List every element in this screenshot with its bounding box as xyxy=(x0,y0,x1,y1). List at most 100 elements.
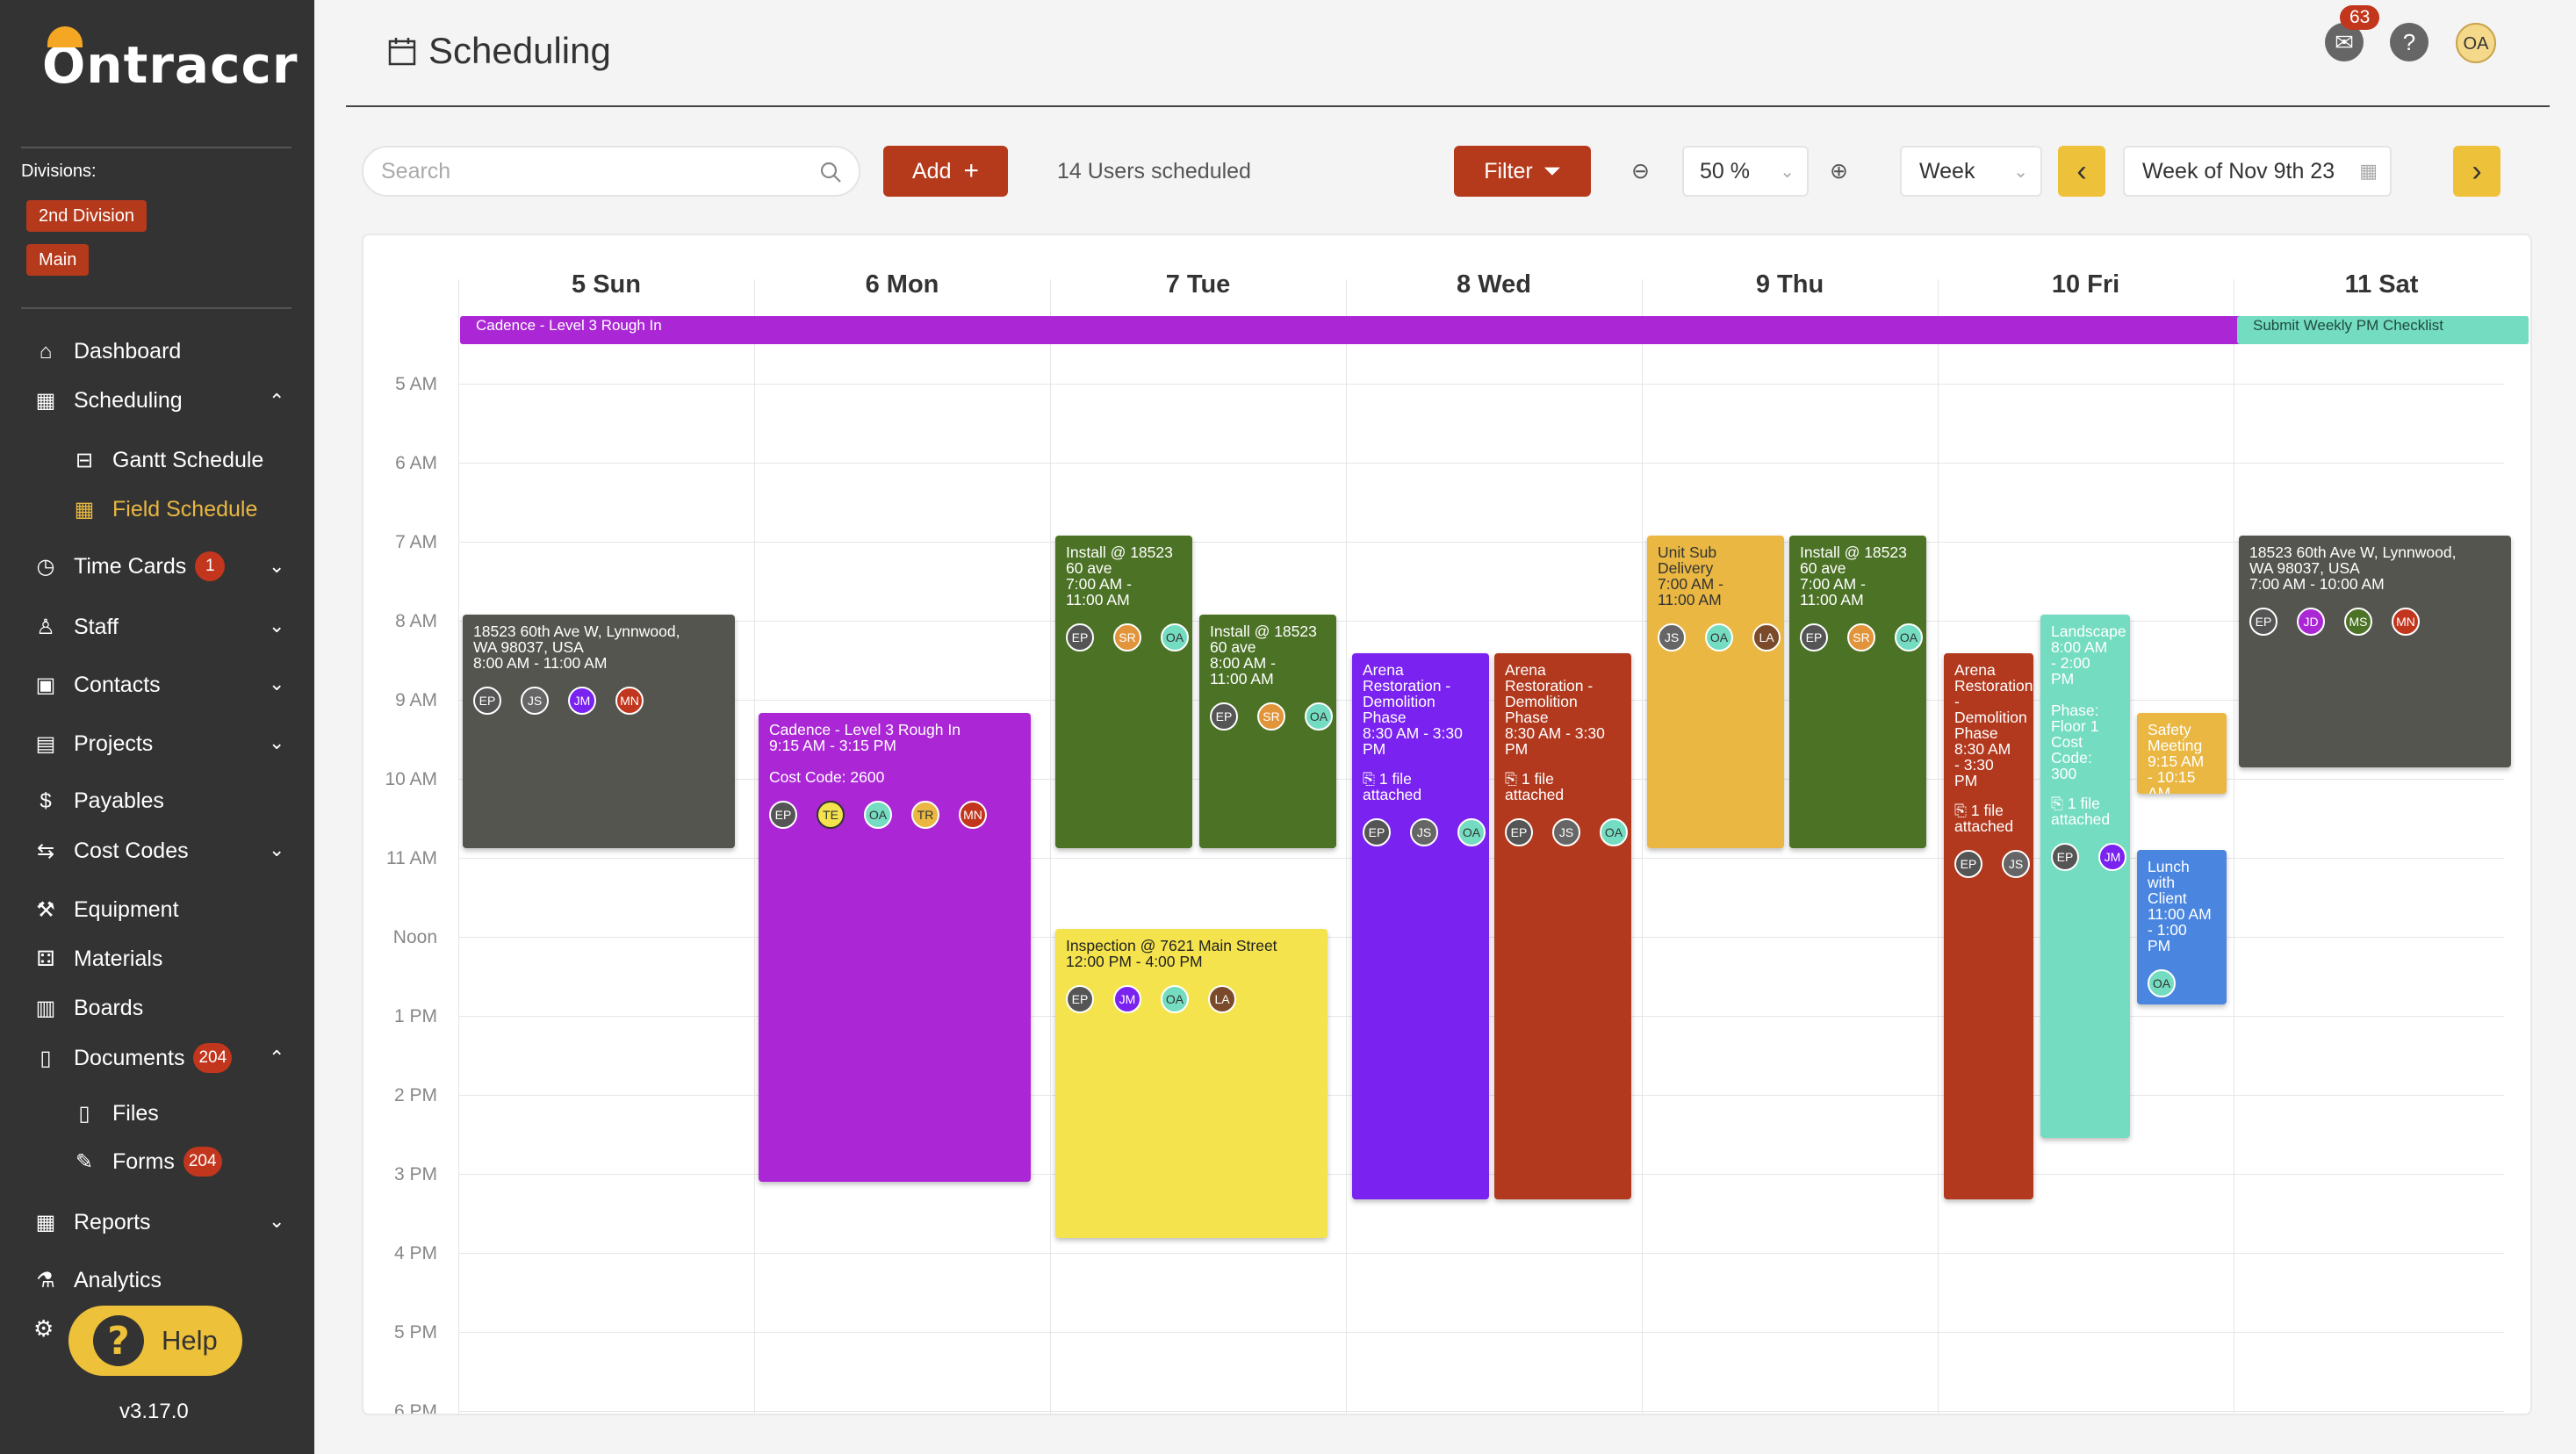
sidebar-item-projects[interactable]: ▤ Projects xyxy=(33,731,154,757)
sidebar-item-payables[interactable]: $ Payables xyxy=(33,788,164,814)
user-avatar[interactable]: JS xyxy=(2002,850,2030,878)
sidebar-item-staff[interactable]: ♙ Staff xyxy=(33,615,119,640)
user-avatar[interactable]: JD xyxy=(2297,608,2325,636)
user-avatar[interactable]: OA xyxy=(1895,623,1923,651)
sidebar-item-boards[interactable]: ▥ Boards xyxy=(33,996,144,1021)
user-avatar[interactable]: OA xyxy=(1705,623,1733,651)
user-avatar[interactable]: OA xyxy=(864,801,892,829)
schedule-event[interactable]: Arena Restoration - Demolition Phase 8:3… xyxy=(1352,653,1489,1199)
schedule-event[interactable]: 18523 60th Ave W, Lynnwood, WA 98037, US… xyxy=(2239,536,2511,767)
division-chip-main[interactable]: Main xyxy=(26,244,90,276)
sidebar-item-documents[interactable]: ▯ Documents 204 xyxy=(33,1043,233,1073)
chevron-down-icon[interactable]: ⌄ xyxy=(269,731,284,754)
user-avatar[interactable]: JS xyxy=(1658,623,1686,651)
date-picker[interactable]: Week of Nov 9th 23 ▦ xyxy=(2123,146,2392,197)
user-avatar[interactable]: OA xyxy=(1305,702,1333,731)
day-header[interactable]: 11 Sat xyxy=(2234,270,2529,299)
zoom-select[interactable]: 50 % ⌄ xyxy=(1682,146,1809,197)
help-icon[interactable]: ? xyxy=(2390,23,2428,61)
user-avatar[interactable]: MN xyxy=(959,801,987,829)
sidebar-item-field-schedule[interactable]: ▦ Field Schedule xyxy=(72,497,258,522)
avatar[interactable]: OA xyxy=(2456,23,2496,63)
user-avatar[interactable]: EP xyxy=(1066,985,1094,1013)
app-logo[interactable]: Ontraccr xyxy=(42,26,298,95)
user-avatar[interactable]: OA xyxy=(1457,818,1486,846)
view-select[interactable]: Week ⌄ xyxy=(1900,146,2042,197)
user-avatar[interactable]: JM xyxy=(1113,985,1141,1013)
user-avatar[interactable]: EP xyxy=(1363,818,1391,846)
chevron-down-icon[interactable]: ⌄ xyxy=(269,839,284,861)
user-avatar[interactable]: EP xyxy=(473,687,501,715)
gear-icon[interactable]: ⚙ xyxy=(33,1315,54,1342)
add-button[interactable]: Add + xyxy=(883,146,1008,197)
sidebar-item-forms[interactable]: ✎ Forms 204 xyxy=(72,1147,222,1177)
schedule-event[interactable]: Lunch with Client 11:00 AM - 1:00 PM OA xyxy=(2137,850,2227,1004)
user-avatar[interactable]: EP xyxy=(1800,623,1828,651)
division-chip-2nd[interactable]: 2nd Division xyxy=(26,200,147,232)
sidebar-item-analytics[interactable]: ⚗ Analytics xyxy=(33,1268,162,1293)
next-week-button[interactable]: › xyxy=(2453,146,2500,197)
user-avatar[interactable]: SR xyxy=(1113,623,1141,651)
schedule-event[interactable]: Cadence - Level 3 Rough In 9:15 AM - 3:1… xyxy=(759,713,1031,1182)
sidebar-item-contacts[interactable]: ▣ Contacts xyxy=(33,673,161,698)
user-avatar[interactable]: TR xyxy=(911,801,939,829)
sidebar-item-timecards[interactable]: ◷ Time Cards 1 xyxy=(33,551,226,581)
user-avatar[interactable]: EP xyxy=(1066,623,1094,651)
chevron-up-icon[interactable]: ⌃ xyxy=(269,1047,284,1069)
filter-button[interactable]: Filter ⏷ xyxy=(1454,146,1591,197)
user-avatar[interactable]: EP xyxy=(2051,843,2079,871)
user-avatar[interactable]: OA xyxy=(1161,985,1189,1013)
user-avatar[interactable]: OA xyxy=(2148,969,2176,997)
user-avatar[interactable]: LA xyxy=(1208,985,1236,1013)
day-header[interactable]: 5 Sun xyxy=(458,270,754,299)
user-avatar[interactable]: SR xyxy=(1847,623,1875,651)
user-avatar[interactable]: JM xyxy=(568,687,596,715)
schedule-event[interactable]: 18523 60th Ave W, Lynnwood, WA 98037, US… xyxy=(463,615,735,848)
sidebar-item-files[interactable]: ▯ Files xyxy=(72,1101,158,1126)
zoom-out-icon[interactable]: ⊖ xyxy=(1631,146,1650,197)
chevron-down-icon[interactable]: ⌄ xyxy=(269,555,284,578)
schedule-event[interactable]: Landscape 8:00 AM - 2:00 PM Phase: Floor … xyxy=(2040,615,2130,1138)
user-avatar[interactable]: TE xyxy=(817,801,845,829)
user-avatar[interactable]: JM xyxy=(2098,843,2126,871)
schedule-event[interactable]: Safety Meeting 9:15 AM - 10:15 AM xyxy=(2137,713,2227,794)
sidebar-item-scheduling[interactable]: ▦ Scheduling xyxy=(33,388,183,414)
sidebar-item-equipment[interactable]: ⚒ Equipment xyxy=(33,897,178,923)
day-header[interactable]: 8 Wed xyxy=(1346,270,1642,299)
schedule-event[interactable]: Unit Sub Delivery 7:00 AM - 11:00 AM JS OA… xyxy=(1647,536,1784,848)
sidebar-item-costcodes[interactable]: ⇆ Cost Codes xyxy=(33,839,189,864)
user-avatar[interactable]: OA xyxy=(1161,623,1189,651)
chevron-down-icon[interactable]: ⌄ xyxy=(269,673,284,695)
sidebar-item-dashboard[interactable]: ⌂ Dashboard xyxy=(33,339,182,364)
chevron-down-icon[interactable]: ⌄ xyxy=(269,1210,284,1233)
user-avatar[interactable]: EP xyxy=(1505,818,1533,846)
schedule-event[interactable]: Inspection @ 7621 Main Street 12:00 PM -… xyxy=(1055,929,1328,1238)
user-avatar[interactable]: EP xyxy=(769,801,797,829)
sidebar-item-gantt[interactable]: ⊟ Gantt Schedule xyxy=(72,448,263,473)
day-header[interactable]: 7 Tue xyxy=(1050,270,1346,299)
user-avatar[interactable]: EP xyxy=(1210,702,1238,731)
user-avatar[interactable]: JS xyxy=(1552,818,1580,846)
zoom-in-icon[interactable]: ⊕ xyxy=(1830,146,1848,197)
day-header[interactable]: 9 Thu xyxy=(1642,270,1938,299)
search-input[interactable]: Search xyxy=(362,146,860,197)
schedule-event[interactable]: Install @ 18523 60 ave 7:00 AM - 11:00 A… xyxy=(1055,536,1192,848)
allday-event[interactable]: Cadence - Level 3 Rough In xyxy=(460,316,2529,344)
allday-event[interactable]: Submit Weekly PM Checklist xyxy=(2237,316,2529,344)
user-avatar[interactable]: EP xyxy=(2249,608,2277,636)
chevron-up-icon[interactable]: ⌃ xyxy=(269,390,284,413)
sidebar-item-reports[interactable]: ▦ Reports xyxy=(33,1210,151,1235)
sidebar-item-materials[interactable]: ⚃ Materials xyxy=(33,947,163,972)
schedule-event[interactable]: Install @ 18523 60 ave 8:00 AM - 11:00 A… xyxy=(1199,615,1336,848)
user-avatar[interactable]: SR xyxy=(1257,702,1285,731)
schedule-event[interactable]: Install @ 18523 60 ave 7:00 AM - 11:00 A… xyxy=(1789,536,1926,848)
day-header[interactable]: 10 Fri xyxy=(1938,270,2234,299)
user-avatar[interactable]: JS xyxy=(521,687,549,715)
user-avatar[interactable]: OA xyxy=(1600,818,1628,846)
user-avatar[interactable]: EP xyxy=(1954,850,1982,878)
user-avatar[interactable]: MN xyxy=(2392,608,2420,636)
schedule-event[interactable]: Arena Restoration - Demolition Phase 8:3… xyxy=(1494,653,1631,1199)
day-header[interactable]: 6 Mon xyxy=(754,270,1050,299)
schedule-event[interactable]: Arena Restoration - Demolition Phase 8:3… xyxy=(1944,653,2033,1199)
user-avatar[interactable]: MN xyxy=(615,687,644,715)
